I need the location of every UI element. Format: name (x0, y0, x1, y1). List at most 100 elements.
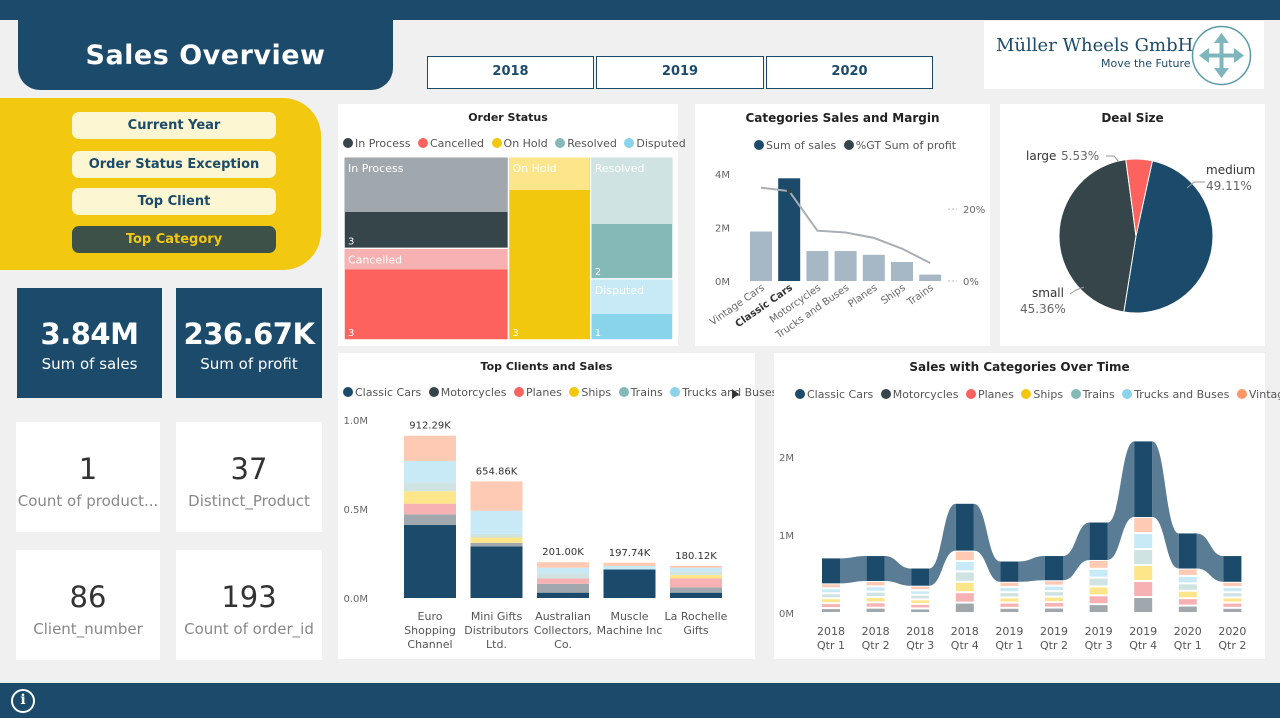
bar-segment (470, 481, 523, 511)
bar-segment (603, 565, 656, 570)
kpi-value: 236.67K (183, 317, 315, 351)
y-tick-label: 2M (715, 224, 730, 235)
x-tick-label: Qtr 2 (862, 639, 890, 652)
column-segment (1089, 560, 1108, 568)
column-segment (1089, 578, 1108, 586)
column-segment (911, 591, 930, 594)
year-button-2019[interactable]: 2019 (596, 56, 764, 89)
y-tick-label: 0M (715, 277, 730, 288)
y-tick-label: 1M (779, 531, 794, 542)
treemap-tile-value: 3 (348, 328, 354, 339)
bar-segment (470, 542, 523, 547)
bar-segment (603, 562, 656, 566)
column-segment (822, 584, 840, 588)
x-tick-label: Mini Gifts (471, 610, 523, 623)
bar-segment (404, 503, 456, 515)
bar-segment (670, 567, 722, 572)
column-segment (1045, 581, 1063, 585)
kpi-value: 193 (221, 580, 277, 614)
y-tick-label: 1.0M (343, 416, 368, 427)
bar-segment (670, 587, 722, 593)
column-segment (911, 604, 930, 608)
pie-label-value: 5.53% (1061, 149, 1099, 163)
x-tick-label: Distributors (464, 624, 529, 637)
profit-pct-point (928, 261, 933, 266)
x-tick-label: 2019 (995, 625, 1023, 638)
y2-tick-label: 0% (963, 277, 979, 288)
bar-segment (470, 510, 523, 534)
x-tick-label: Qtr 2 (1040, 639, 1068, 652)
nav-current-year-button[interactable]: Current Year (72, 112, 276, 139)
kpi-label: Sum of sales (41, 355, 138, 373)
column-segment (1134, 566, 1153, 581)
column-segment (822, 589, 840, 593)
nav-order-status-exception-button[interactable]: Order Status Exception (72, 151, 276, 178)
column-segment-classic-cars (1178, 533, 1197, 569)
x-tick-label: Ltd. (486, 638, 507, 651)
bar-trucks-and-buses (834, 251, 857, 281)
column-segment (1000, 603, 1019, 607)
kpi-client-number: 86 Client_number (16, 550, 160, 660)
x-tick-label: Trains (905, 282, 936, 308)
pie-label-name: small (1032, 286, 1064, 300)
company-logo: Müller Wheels GmbH Move the Future (984, 21, 1264, 89)
column-segment (1000, 593, 1019, 597)
column-segment-classic-cars (1045, 556, 1063, 581)
column-segment-classic-cars (1223, 556, 1242, 582)
kpi-label: Distinct_Product (188, 492, 310, 510)
top-clients-card: Top Clients and Sales Classic Cars Motor… (338, 353, 777, 659)
column-segment (1223, 603, 1242, 607)
column-segment-classic-cars (911, 568, 930, 586)
x-tick-label: Shopping (404, 624, 456, 637)
navigation-panel: Current Year Order Status Exception Top … (0, 98, 321, 270)
kpi-sum-of-sales: 3.84M Sum of sales (17, 288, 162, 398)
kpi-count-of-order-id: 193 Count of order_id (176, 550, 322, 660)
x-tick-label: 2018 (862, 625, 890, 638)
column-segment (866, 603, 885, 607)
info-icon[interactable]: i (11, 689, 35, 713)
column-segment (1178, 569, 1197, 575)
y-tick-label: 4M (715, 170, 730, 181)
column-segment (1134, 550, 1153, 565)
deal-size-pie-chart: medium 49.11% small 45.36% large 5.53% (1020, 149, 1255, 316)
column-segment (1000, 582, 1019, 586)
column-segment (1045, 597, 1063, 602)
bar-motorcycles (806, 251, 829, 281)
move-arrows-icon (1191, 25, 1252, 86)
bar-segment (537, 567, 589, 574)
x-tick-label: Co. (554, 638, 572, 651)
nav-top-client-button[interactable]: Top Client (72, 188, 276, 215)
kpi-sum-of-profit: 236.67K Sum of profit (176, 288, 322, 398)
bar-trains (919, 274, 942, 281)
column-segment (1089, 605, 1108, 612)
x-tick-label: 2019 (1085, 625, 1113, 638)
x-tick-label: Australian (535, 610, 591, 623)
column-segment (955, 572, 974, 581)
page-title: Sales Overview (18, 14, 393, 90)
y2-tick-label: 20% (963, 205, 985, 216)
x-tick-label: Ships (879, 282, 907, 307)
x-tick-label: Euro (418, 610, 443, 623)
column-segment (955, 593, 974, 602)
treemap-tile-label: In Process (348, 162, 404, 175)
column-segment (1089, 596, 1108, 604)
x-tick-label: 2019 (1129, 625, 1157, 638)
nav-top-category-button[interactable]: Top Category (72, 226, 276, 253)
column-segment (911, 600, 930, 603)
treemap-tile-label: On Hold (513, 162, 557, 175)
year-button-2018[interactable]: 2018 (427, 56, 594, 89)
column-segment (1134, 518, 1153, 533)
bar-vintage-cars (750, 231, 772, 281)
x-tick-label: Qtr 2 (1218, 639, 1246, 652)
year-button-2020[interactable]: 2020 (766, 56, 933, 89)
column-segment (1089, 569, 1108, 577)
column-segment (911, 586, 930, 590)
column-segment (1178, 606, 1197, 612)
column-segment-classic-cars (955, 503, 974, 551)
order-status-card: Order Status In Process Cancelled On Hol… (338, 104, 686, 346)
bar-classic-cars (778, 178, 801, 281)
treemap-tile-label: Resolved (595, 162, 645, 175)
column-segment (1223, 608, 1242, 612)
pie-slice-small (1058, 159, 1137, 313)
column-segment (866, 608, 885, 612)
